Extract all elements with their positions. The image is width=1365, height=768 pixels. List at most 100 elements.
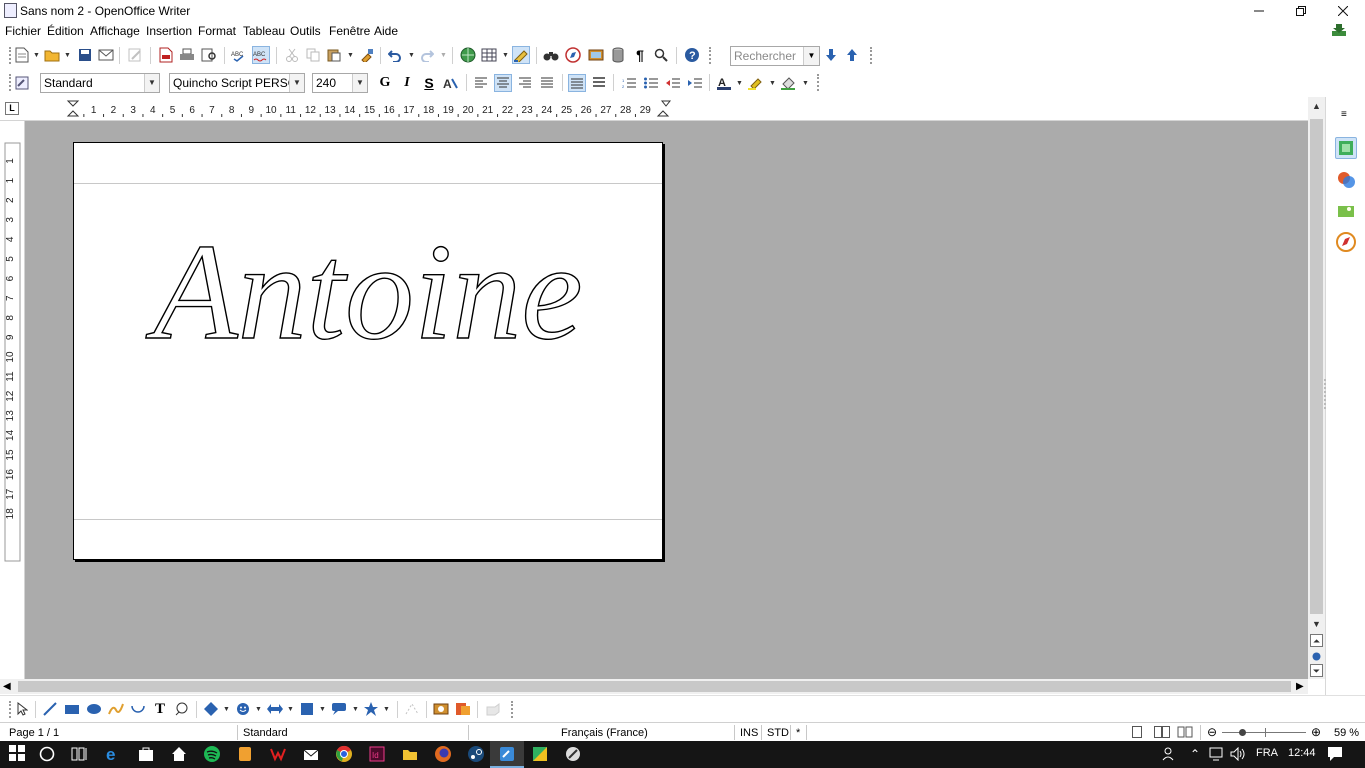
minimize-button[interactable] [1238, 0, 1280, 21]
keyboard-language[interactable]: FRA [1256, 747, 1278, 759]
styles-formatting-icon[interactable] [13, 74, 31, 92]
insert-mode[interactable]: INS [740, 727, 758, 739]
next-page-icon[interactable]: ⏷ [1310, 664, 1323, 677]
menu-insertion[interactable]: Insertion [146, 24, 192, 38]
store-icon[interactable] [137, 745, 155, 763]
active-writer-task[interactable] [490, 741, 524, 768]
data-sources-icon[interactable] [609, 46, 627, 64]
zoom-slider[interactable] [1222, 732, 1306, 733]
font-color-icon[interactable]: A [715, 74, 733, 92]
sidebar-resize-handle[interactable] [1324, 379, 1326, 409]
sidebar-menu-icon[interactable]: ≡ [1341, 109, 1347, 120]
vertical-scroll-thumb[interactable] [1310, 119, 1323, 614]
scroll-up-icon[interactable]: ▲ [1310, 100, 1323, 113]
clone-format-icon[interactable] [358, 46, 376, 64]
drawing-app-icon[interactable] [564, 745, 582, 763]
find-up-icon[interactable] [843, 46, 861, 64]
find-down-icon[interactable] [822, 46, 840, 64]
menu-affichage[interactable]: Affichage [90, 24, 140, 38]
scroll-down-icon[interactable]: ▼ [1310, 618, 1323, 631]
horizontal-scroll-thumb[interactable] [18, 681, 1291, 692]
language-status[interactable]: Français (France) [561, 727, 648, 739]
stars-icon[interactable] [362, 700, 380, 718]
toolbar-grip[interactable] [9, 701, 11, 718]
export-pdf-icon[interactable] [157, 46, 175, 64]
network-icon[interactable] [1209, 747, 1225, 764]
find-replace-icon[interactable] [542, 46, 560, 64]
navigator-icon[interactable] [564, 46, 582, 64]
font-size-select[interactable]: 240 ▼ [312, 73, 368, 93]
flowchart-icon[interactable] [298, 700, 316, 718]
previous-page-icon[interactable]: ⏶ [1310, 634, 1323, 647]
zoom-out-icon[interactable]: ⊖ [1205, 724, 1219, 740]
zoom-level[interactable]: 59 % [1334, 727, 1359, 739]
line-spacing-2-icon[interactable] [590, 74, 608, 92]
numbering-icon[interactable]: 12 [620, 74, 638, 92]
scroll-left-icon[interactable]: ◀ [3, 681, 11, 692]
vertical-scrollbar[interactable]: ▲ ▼ ⏶ ⏷ [1308, 97, 1325, 679]
file-explorer-icon[interactable] [401, 745, 419, 763]
new-document-icon[interactable] [13, 46, 31, 64]
table-icon[interactable] [480, 46, 498, 64]
document-page[interactable]: Antoine [73, 142, 663, 560]
line-spacing-1-icon[interactable] [568, 74, 586, 92]
extrusion-icon[interactable] [484, 700, 502, 718]
align-center-icon[interactable] [494, 74, 512, 92]
edit-file-icon[interactable] [126, 46, 144, 64]
underline-button[interactable]: S [420, 74, 438, 92]
menu-tableau[interactable]: Tableau [243, 24, 285, 38]
firefox-icon[interactable] [434, 745, 452, 763]
menu-edition[interactable]: Édition [47, 24, 84, 38]
callout-tool-icon[interactable] [173, 700, 191, 718]
open-folder-icon[interactable] [43, 46, 61, 64]
multi-page-view-icon[interactable] [1153, 724, 1171, 740]
indesign-icon[interactable]: Id [368, 745, 386, 763]
horizontal-scrollbar[interactable]: ◀ ▶ [0, 679, 1308, 694]
increase-indent-icon[interactable] [686, 74, 704, 92]
styles-icon[interactable] [1335, 169, 1357, 191]
fontwork-gallery-icon[interactable] [454, 700, 472, 718]
undo-icon[interactable] [386, 46, 404, 64]
align-left-icon[interactable] [472, 74, 490, 92]
close-button[interactable] [1322, 0, 1364, 21]
text-tool-icon[interactable]: T [151, 700, 169, 718]
copy-icon[interactable] [304, 46, 322, 64]
from-file-icon[interactable] [432, 700, 450, 718]
hyperlink-icon[interactable] [459, 46, 477, 64]
zoom-slider-thumb[interactable] [1239, 729, 1246, 736]
document-text-area[interactable]: Antoine [74, 203, 662, 403]
help-icon[interactable]: ? [683, 46, 701, 64]
zoom-icon[interactable] [652, 46, 670, 64]
menu-outils[interactable]: Outils [290, 24, 321, 38]
steam-icon[interactable] [467, 745, 485, 763]
nonprinting-chars-icon[interactable]: ¶ [631, 46, 649, 64]
basic-shapes-icon[interactable] [202, 700, 220, 718]
print-preview-icon[interactable] [200, 46, 218, 64]
vertical-ruler[interactable]: 1 1 2 3 4 5 6 7 8 9 10 11 12 13 14 15 16 17 18 [0, 121, 25, 679]
mail-icon[interactable] [302, 745, 320, 763]
points-icon[interactable] [403, 700, 421, 718]
email-icon[interactable] [97, 46, 115, 64]
edge-browser-icon[interactable]: e [104, 745, 122, 764]
tray-chevron-up-icon[interactable]: ⌃ [1190, 747, 1200, 761]
selection-mode[interactable]: STD [767, 727, 789, 739]
highlighting-icon[interactable] [747, 74, 765, 92]
font-style-icon[interactable]: A [442, 74, 460, 92]
bold-button[interactable]: G [376, 74, 394, 92]
align-right-icon[interactable] [516, 74, 534, 92]
clock-time[interactable]: 12:44 [1288, 747, 1316, 759]
background-color-icon[interactable] [780, 74, 798, 92]
zoom-in-icon[interactable]: ⊕ [1309, 724, 1323, 740]
gallery-sidebar-icon[interactable] [1335, 200, 1357, 222]
redo-icon[interactable] [418, 46, 436, 64]
spellcheck-icon[interactable]: ABC [230, 46, 248, 64]
search-dropdown-chevron-down-icon[interactable]: ▼ [803, 47, 819, 65]
menu-fenetre[interactable]: Fenêtre [329, 24, 370, 38]
horizontal-ruler[interactable]: L 1 2 3 4 5 6 7 8 9 10 11 12 13 14 15 16 17 18 19 20 21 22 23 2… [0, 97, 1308, 121]
page-count[interactable]: Page 1 / 1 [9, 727, 59, 739]
save-icon[interactable] [76, 46, 94, 64]
action-center-icon[interactable] [1327, 746, 1343, 765]
menu-format[interactable]: Format [198, 24, 236, 38]
toolbar-grip[interactable] [9, 74, 11, 91]
page-style[interactable]: Standard [243, 727, 288, 739]
